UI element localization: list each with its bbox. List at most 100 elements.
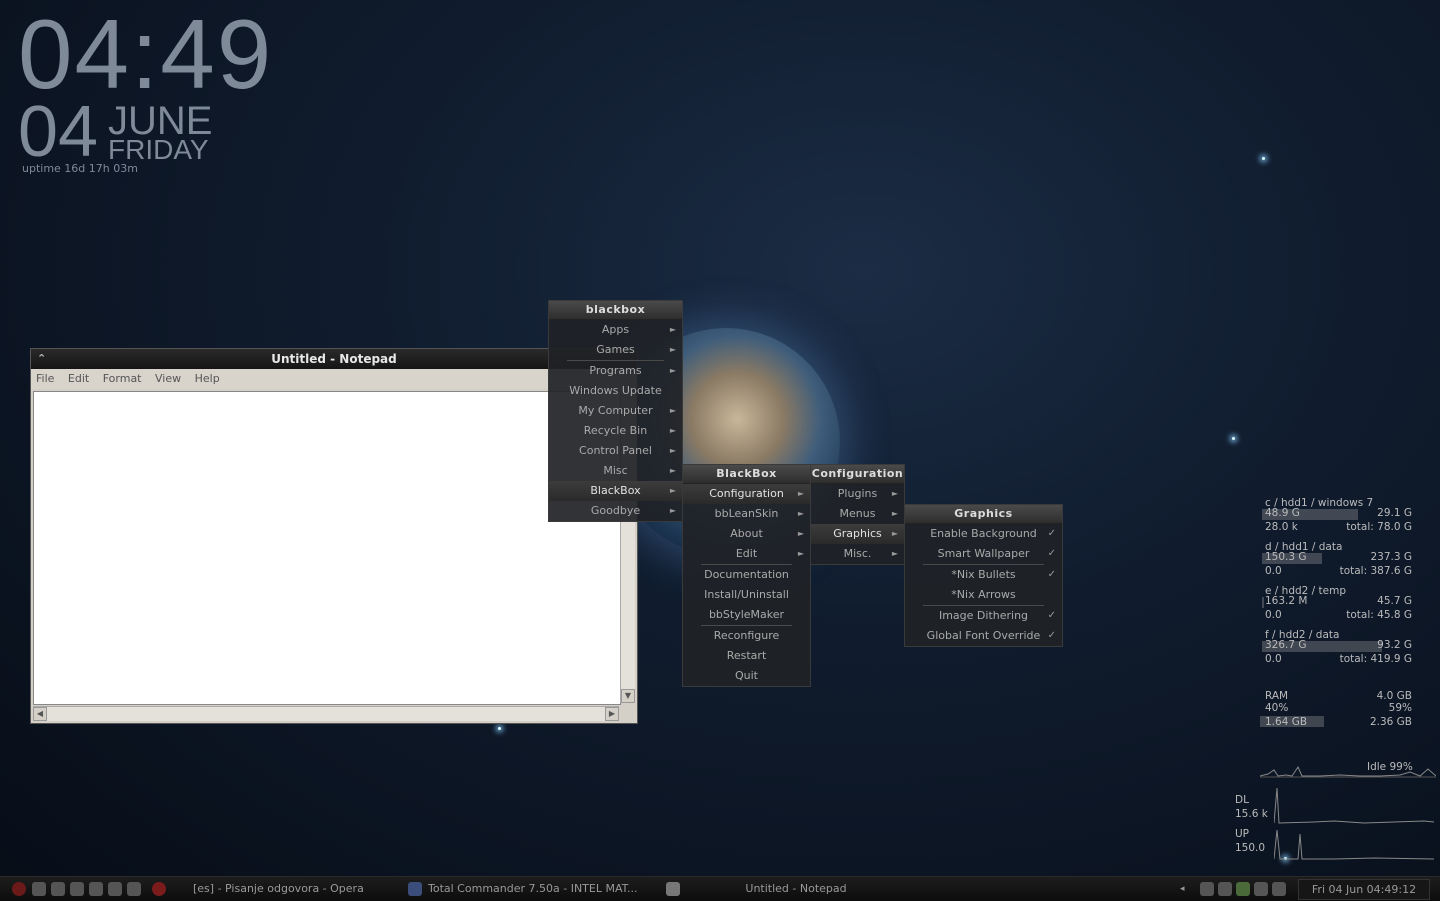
submenu-arrow-icon: ► [797, 509, 804, 518]
tray-lightning-icon[interactable] [1254, 882, 1268, 896]
menu-title: Graphics [905, 505, 1062, 524]
checkmark-icon: ✓ [1047, 569, 1056, 580]
clock-weekday: FRIDAY [108, 134, 209, 165]
menu-item-nix-arrows[interactable]: *Nix Arrows [905, 585, 1062, 605]
clock-day: 04 [18, 92, 99, 172]
menu-item-programs[interactable]: Programs ► [549, 361, 682, 381]
blackbox-submenu: BlackBox Configuration ► bbLeanSkin ► Abou… [682, 464, 811, 687]
submenu-arrow-icon: ► [891, 489, 898, 498]
task-notepad[interactable]: Untitled - Notepad [690, 877, 902, 901]
menu-item-bbstylemaker[interactable]: bbStyleMaker [683, 605, 810, 625]
ram-free: 2.36 GB [1369, 716, 1412, 728]
menu-item-menus[interactable]: Menus ► [811, 504, 904, 524]
menu-edit[interactable]: Edit [68, 372, 89, 385]
tray-person-icon[interactable] [1236, 882, 1250, 896]
floppy-icon [408, 882, 422, 896]
cpu-idle: Idle 99% [1367, 761, 1413, 773]
scroll-down-arrow-icon[interactable]: ▼ [621, 689, 635, 703]
drive-free: 93.2 G [1377, 639, 1412, 651]
configuration-submenu: Configuration Plugins ► Menus ► Graphics ► … [810, 464, 905, 565]
menu-format[interactable]: Format [103, 372, 142, 385]
menu-view[interactable]: View [155, 372, 181, 385]
submenu-arrow-icon: ► [669, 406, 676, 415]
quicklaunch-icon[interactable] [32, 882, 46, 896]
menu-file[interactable]: File [36, 372, 54, 385]
drive-rate: 28.0 k [1265, 521, 1298, 533]
ram-total: 4.0 GB [1376, 690, 1412, 702]
drive-total: total: 419.9 G [1339, 653, 1412, 665]
menu-item-install-uninstall[interactable]: Install/Uninstall [683, 585, 810, 605]
task-opera[interactable]: [es] - Pisanje odgovora - Opera [193, 877, 393, 901]
clock-widget: 04:49 04 JUNE FRIDAY uptime 16d 17h 03m [18, 5, 273, 175]
menu-item-image-dithering[interactable]: Image Dithering ✓ [905, 606, 1062, 626]
menu-item-control-panel[interactable]: Control Panel ► [549, 441, 682, 461]
menu-help[interactable]: Help [195, 372, 220, 385]
menu-item-misc[interactable]: Misc ► [549, 461, 682, 481]
notepad-titlebar[interactable]: ⌃ Untitled - Notepad [31, 349, 637, 369]
up-label: UP [1235, 828, 1250, 840]
menu-item-misc-config[interactable]: Misc. ► [811, 544, 904, 564]
save-icon[interactable] [127, 882, 141, 896]
upload-graph [1274, 829, 1434, 860]
menu-item-smart-wallpaper[interactable]: Smart Wallpaper ✓ [905, 544, 1062, 564]
drive-c: c / hdd1 / windows 7 48.9 G 29.1 G 28.0 … [1260, 496, 1416, 538]
menu-item-reconfigure[interactable]: Reconfigure [683, 626, 810, 646]
menu-item-my-computer[interactable]: My Computer ► [549, 401, 682, 421]
menu-item-restart[interactable]: Restart [683, 646, 810, 666]
tray-arrow-icon[interactable]: ◂ [1180, 882, 1188, 896]
drive-monitor: c / hdd1 / windows 7 48.9 G 29.1 G 28.0 … [1260, 496, 1416, 666]
drive-free: 237.3 G [1370, 551, 1412, 563]
star-decoration [1262, 157, 1265, 160]
menu-item-documentation[interactable]: Documentation [683, 565, 810, 585]
menu-item-quit[interactable]: Quit [683, 666, 810, 686]
submenu-arrow-icon: ► [669, 446, 676, 455]
drive-d: d / hdd1 / data 150.3 G 237.3 G 0.0 tota… [1260, 540, 1416, 582]
tools-icon[interactable] [51, 882, 65, 896]
tray-app-icon[interactable] [1272, 882, 1286, 896]
tray-tools-icon[interactable] [1200, 882, 1214, 896]
volume-icon[interactable] [1218, 882, 1232, 896]
notepad-menubar: File Edit Format View Help [31, 369, 637, 389]
scroll-left-arrow-icon[interactable]: ◀ [33, 707, 47, 721]
home-icon[interactable] [89, 882, 103, 896]
ram-label: RAM [1265, 690, 1289, 702]
menu-item-about[interactable]: About ► [683, 524, 810, 544]
window-menu-icon[interactable]: ⌃ [37, 349, 46, 369]
ram-free-pct: 59% [1388, 702, 1412, 714]
menu-item-games[interactable]: Games ► [549, 340, 682, 360]
drive-rate: 0.0 [1265, 609, 1282, 621]
menu-item-enable-background[interactable]: Enable Background ✓ [905, 524, 1062, 544]
taskbar-clock[interactable]: Fri 04 Jun 04:49:12 [1298, 879, 1430, 900]
dl-label: DL [1235, 794, 1249, 806]
menu-item-configuration[interactable]: Configuration ► [683, 484, 810, 504]
star-decoration [498, 727, 501, 730]
ram-used: 1.64 GB [1265, 716, 1308, 728]
drive-rate: 0.0 [1265, 565, 1282, 577]
submenu-arrow-icon: ► [669, 426, 676, 435]
menu-item-graphics[interactable]: Graphics ► [811, 524, 904, 544]
menu-item-goodbye[interactable]: Goodbye ► [549, 501, 682, 521]
menu-item-edit[interactable]: Edit ► [683, 544, 810, 564]
ram-monitor: RAM 4.0 GB 40% 59% 1.64 GB 2.36 GB [1260, 690, 1416, 732]
drive-free: 45.7 G [1377, 595, 1412, 607]
task-total-commander[interactable]: Total Commander 7.50a - INTEL MAT... [428, 877, 660, 901]
scroll-right-arrow-icon[interactable]: ▶ [605, 707, 619, 721]
checkmark-icon: ✓ [1047, 630, 1056, 641]
menu-item-nix-bullets[interactable]: *Nix Bullets ✓ [905, 565, 1062, 585]
menu-item-bbleanskin[interactable]: bbLeanSkin ► [683, 504, 810, 524]
drive-used: 48.9 G [1265, 507, 1300, 519]
text-editor-area[interactable] [33, 391, 621, 705]
menu-item-recycle-bin[interactable]: Recycle Bin ► [549, 421, 682, 441]
drive-f: f / hdd2 / data 326.7 G 93.2 G 0.0 total… [1260, 628, 1416, 670]
opera-task-icon[interactable] [152, 882, 166, 896]
archive-icon[interactable] [108, 882, 122, 896]
menu-item-plugins[interactable]: Plugins ► [811, 484, 904, 504]
menu-item-blackbox[interactable]: BlackBox ► [549, 481, 682, 501]
menu-item-apps[interactable]: Apps ► [549, 320, 682, 340]
drive-used: 163.2 M [1265, 595, 1308, 607]
horizontal-scrollbar[interactable]: ◀ ▶ [33, 706, 619, 721]
opera-icon[interactable] [12, 882, 26, 896]
menu-item-global-font-override[interactable]: Global Font Override ✓ [905, 626, 1062, 646]
menu-item-windows-update[interactable]: Windows Update [549, 381, 682, 401]
lightning-icon[interactable] [70, 882, 84, 896]
